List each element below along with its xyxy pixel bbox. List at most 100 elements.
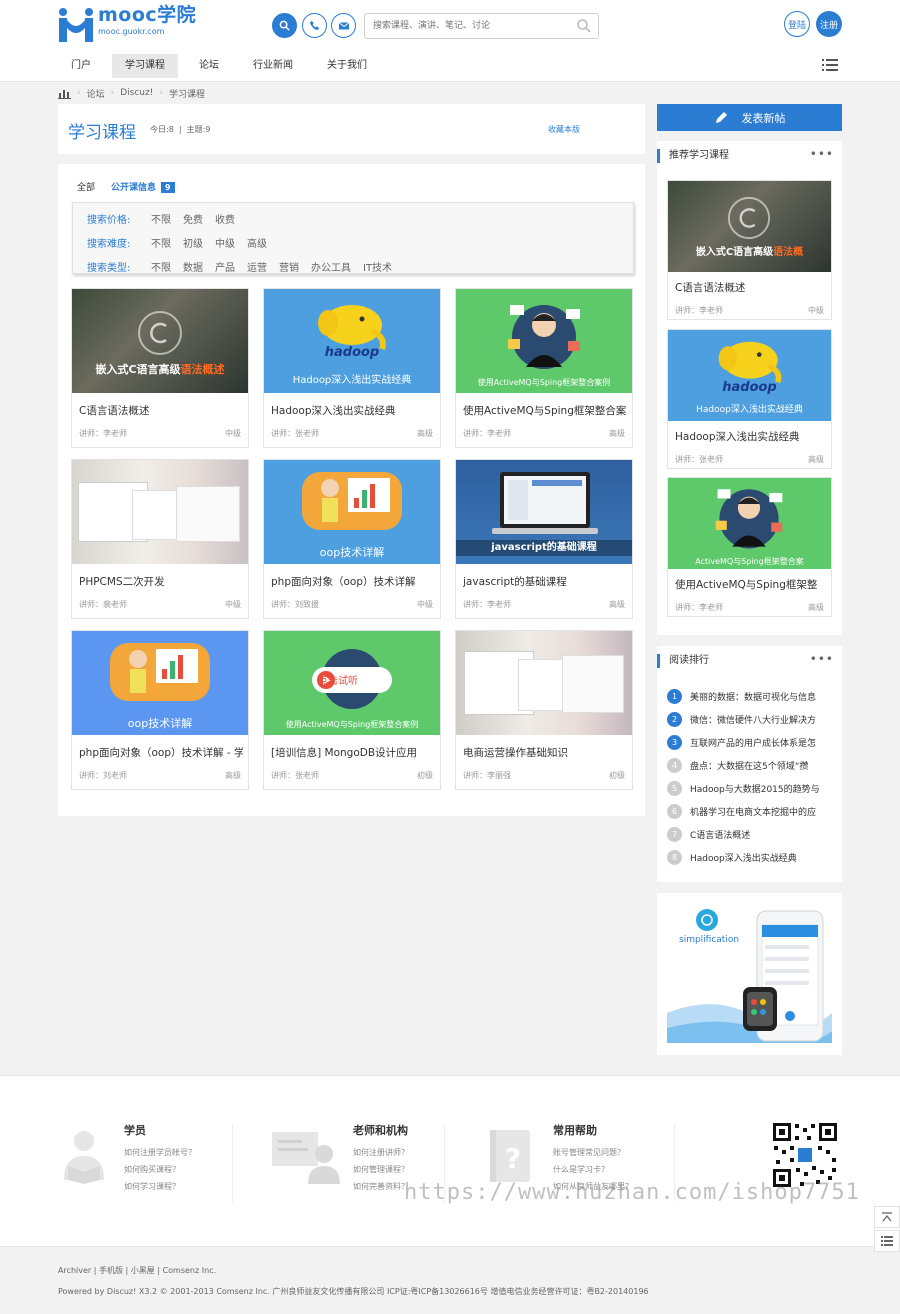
thumb-caption: ActiveMQ与Sping框架整合案: [695, 557, 804, 566]
help-link[interactable]: 如何注册讲师？: [353, 1144, 409, 1161]
ranking-item[interactable]: 5 Hadoop与大数据2015的趋势与: [667, 780, 837, 796]
filter-option[interactable]: 初级: [183, 235, 203, 250]
recommend-card[interactable]: 嵌入式C语言高级语法概 C语言语法概述 讲师：李老师 中级: [667, 180, 832, 320]
filter-option[interactable]: IT技术: [363, 259, 392, 274]
filter-option[interactable]: 不限: [151, 211, 171, 226]
help-link[interactable]: 如何注册学员帐号？: [124, 1144, 196, 1161]
course-title[interactable]: 电商运营操作基础知识: [463, 745, 627, 760]
recommend-more-button[interactable]: •••: [810, 147, 834, 161]
ranking-item[interactable]: 4 盘点：大数据在这5个领域“攒: [667, 757, 837, 773]
course-card[interactable]: 嵌入式C语言高级语法概述 C语言语法概述 讲师：李老师 中级: [71, 288, 249, 448]
register-button[interactable]: 注册: [816, 11, 842, 37]
help-link[interactable]: 什么是学习卡？: [553, 1161, 633, 1178]
ranking-item[interactable]: 7 C语言语法概述: [667, 826, 837, 842]
recommend-card[interactable]: ActiveMQ与Sping框架整合案 使用ActiveMQ与Sping框架整 …: [667, 477, 832, 617]
thumb-caption: javascript的基础课程: [456, 540, 632, 556]
filter-option[interactable]: 中级: [215, 235, 235, 250]
nav-item-news[interactable]: 行业新闻: [240, 54, 306, 78]
course-title[interactable]: Hadoop深入浅出实战经典: [271, 403, 435, 418]
course-level: 高级: [225, 771, 241, 780]
help-book-icon: ?: [490, 1130, 530, 1182]
breadcrumb-forum[interactable]: 论坛: [87, 87, 105, 100]
help-link[interactable]: 如何学习课程？: [124, 1178, 196, 1195]
filter-option[interactable]: 营销: [279, 259, 299, 274]
nav-item-about[interactable]: 关于我们: [314, 54, 380, 78]
help-link[interactable]: 如何管理课程？: [353, 1161, 409, 1178]
course-card[interactable]: PHPCMS二次开发 讲师：裴老师 中级: [71, 459, 249, 619]
favorite-forum-link[interactable]: 收藏本版: [548, 124, 580, 135]
nav-item-courses[interactable]: 学习课程: [112, 54, 178, 78]
course-title[interactable]: [培训信息] MongoDB设计应用: [271, 745, 435, 760]
course-thumbnail: 使用ActiveMQ与Sping框架整合案例: [456, 289, 632, 393]
breadcrumb-discuz[interactable]: Discuz!: [120, 88, 153, 98]
footer-links[interactable]: Archiver | 手机版 | 小黑屋 | Comsenz Inc.: [58, 1265, 216, 1276]
category-tabs: 全部 公开课信息 9: [77, 180, 175, 193]
pencil-icon: [715, 111, 727, 123]
help-link[interactable]: 账号管理常见问题？: [553, 1144, 633, 1161]
course-title[interactable]: C语言语法概述: [79, 403, 243, 418]
breadcrumb-current[interactable]: 学习课程: [169, 87, 205, 100]
filter-option[interactable]: 高级: [247, 235, 267, 250]
filter-option[interactable]: 不限: [151, 235, 171, 250]
course-card[interactable]: 点击试听 使用ActiveMQ与Sping框架整合案例 [培训信息] Mongo…: [263, 630, 441, 790]
filter-option[interactable]: 运营: [247, 259, 267, 274]
back-to-top-button[interactable]: [874, 1206, 900, 1228]
help-link[interactable]: 如何完善资料？: [353, 1178, 409, 1195]
mail-button[interactable]: [331, 13, 356, 38]
svg-text:?: ?: [505, 1142, 521, 1175]
recommend-panel: 推荐学习课程 ••• 嵌入式C语言高级语法概 C语言语法概述 讲师：李老师 中级…: [657, 141, 842, 635]
course-thumbnail: 嵌入式C语言高级语法概: [668, 181, 831, 272]
course-thumbnail: hadoop Hadoop深入浅出实战经典: [668, 330, 831, 421]
ranking-more-button[interactable]: •••: [810, 652, 834, 666]
recommend-course-teacher: 讲师：李老师: [675, 603, 723, 612]
filter-option[interactable]: 收费: [215, 211, 235, 226]
ranking-item[interactable]: 2 微信：微信硬件八大行业解决方: [667, 711, 837, 727]
course-card[interactable]: hadoop Hadoop深入浅出实战经典 Hadoop深入浅出实战经典 讲师：…: [263, 288, 441, 448]
app-promo-banner[interactable]: simplification: [657, 893, 842, 1055]
filter-option[interactable]: 免费: [183, 211, 203, 226]
search-input[interactable]: [365, 14, 565, 38]
course-title[interactable]: PHPCMS二次开发: [79, 574, 243, 589]
help-link[interactable]: 如何购买课程？: [124, 1161, 196, 1178]
ranking-item[interactable]: 1 美丽的数据：数据可视化与信息: [667, 688, 837, 704]
new-post-button[interactable]: 发表新帖: [657, 104, 842, 131]
filter-option[interactable]: 不限: [151, 259, 171, 274]
student-icon: [64, 1131, 104, 1184]
list-view-button[interactable]: [874, 1230, 900, 1252]
new-post-label: 发表新帖: [741, 111, 786, 125]
recommend-course-title[interactable]: C语言语法概述: [675, 280, 827, 295]
phone-button[interactable]: [302, 13, 327, 38]
course-card[interactable]: oop技术详解 php面向对象（oop）技术详解 - 学 讲师：刘老师 高级: [71, 630, 249, 790]
search-submit-icon[interactable]: [576, 18, 592, 34]
course-title[interactable]: javascript的基础课程: [463, 574, 627, 589]
search-circle-button[interactable]: [272, 13, 297, 38]
course-level: 高级: [609, 600, 625, 609]
filter-option[interactable]: 办公工具: [311, 259, 351, 274]
help-column-title: 常用帮助: [553, 1124, 597, 1137]
login-button[interactable]: 登陆: [784, 11, 810, 37]
ranking-item[interactable]: 6 机器学习在电商文本挖掘中的应: [667, 803, 837, 819]
course-card[interactable]: javascript的基础课程 javascript的基础课程 讲师：李老师 高…: [455, 459, 633, 619]
logo[interactable]: mooc学院 mooc.guokr.com: [56, 6, 196, 44]
recommend-card[interactable]: hadoop Hadoop深入浅出实战经典 Hadoop深入浅出实战经典 讲师：…: [667, 329, 832, 469]
course-card[interactable]: oop技术详解 php面向对象（oop）技术详解 讲师：刘致援 中级: [263, 459, 441, 619]
nav-item-portal[interactable]: 门户: [58, 54, 104, 78]
c-logo-icon: [727, 196, 771, 240]
list-menu-icon[interactable]: [822, 58, 838, 72]
recommend-course-title[interactable]: 使用ActiveMQ与Sping框架整: [675, 577, 827, 592]
course-title[interactable]: php面向对象（oop）技术详解 - 学: [79, 745, 243, 760]
ranking-item[interactable]: 8 Hadoop深入浅出实战经典: [667, 849, 837, 865]
ranking-item[interactable]: 3 互联网产品的用户成长体系是怎: [667, 734, 837, 750]
filter-option[interactable]: 产品: [215, 259, 235, 274]
tab-all[interactable]: 全部: [77, 180, 95, 193]
home-chart-icon[interactable]: [58, 88, 71, 99]
nav-item-forum[interactable]: 论坛: [186, 54, 232, 78]
recommend-course-title[interactable]: Hadoop深入浅出实战经典: [675, 429, 827, 444]
course-title[interactable]: 使用ActiveMQ与Sping框架整合案: [463, 403, 627, 418]
filter-option[interactable]: 数据: [183, 259, 203, 274]
course-card[interactable]: 使用ActiveMQ与Sping框架整合案例 使用ActiveMQ与Sping框…: [455, 288, 633, 448]
tab-open-course[interactable]: 公开课信息 9: [111, 180, 175, 193]
course-title[interactable]: php面向对象（oop）技术详解: [271, 574, 435, 589]
filter-label: 搜索难度:: [87, 239, 131, 250]
course-card[interactable]: 电商运营操作基础知识 讲师：李丽强 初级: [455, 630, 633, 790]
